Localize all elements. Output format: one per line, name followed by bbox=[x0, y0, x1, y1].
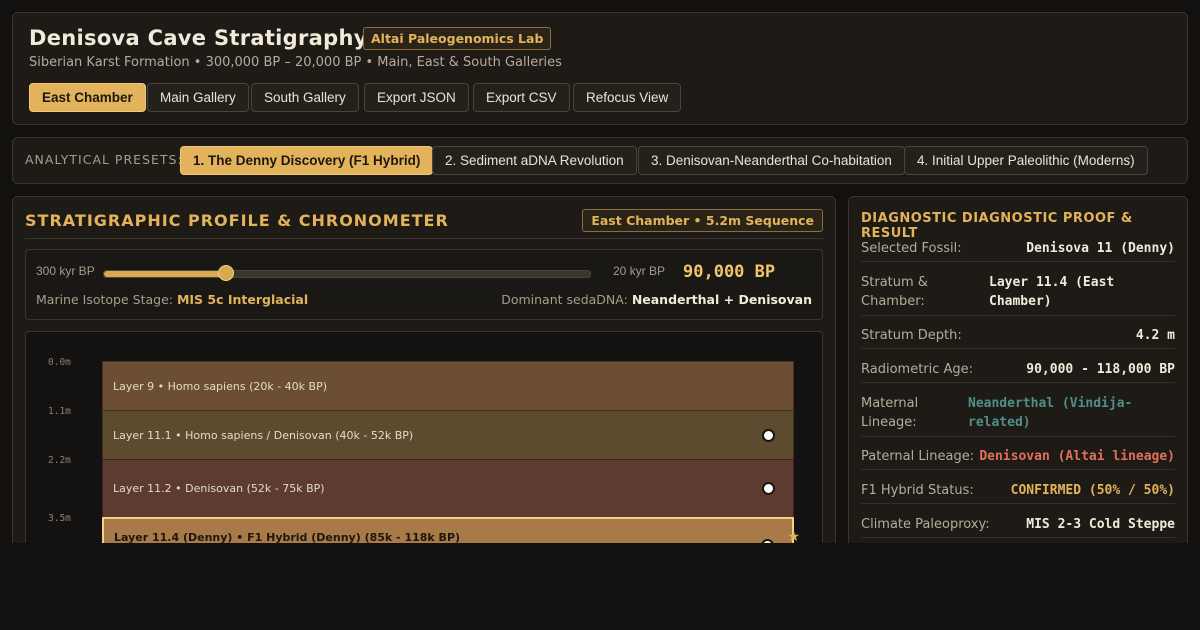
page-subtitle: Siberian Karst Formation • 300,000 BP – … bbox=[29, 55, 562, 70]
chronometer: 300 kyr BP 20 kyr BP 90,000 BP Marine Is… bbox=[25, 249, 823, 320]
row-key: Paternal Lineage: bbox=[861, 449, 975, 464]
diagnostic-row-maternal: Maternal Lineage: Neanderthal (Vindija-r… bbox=[861, 394, 1175, 437]
diagnostic-title: DIAGNOSTIC DIAGNOSTIC PROOF & RESULT bbox=[861, 211, 1133, 241]
layer-label: Layer 11.1 • Homo sapiens / Denisovan (4… bbox=[113, 428, 414, 442]
row-key: Maternal Lineage: bbox=[861, 396, 919, 430]
slider-max-label: 20 kyr BP bbox=[613, 264, 666, 278]
fossil-marker[interactable] bbox=[762, 428, 775, 442]
diagnostic-row-depth: Stratum Depth: 4.2 m bbox=[861, 326, 1175, 349]
diagnostic-row-fossil: Selected Fossil: Denisova 11 (Denny) bbox=[861, 239, 1175, 262]
row-value: 4.2 m bbox=[1135, 328, 1175, 343]
presets-bar: ANALYTICAL PRESETS: 1. The Denny Discove… bbox=[12, 137, 1188, 184]
presets-label: ANALYTICAL PRESETS: bbox=[25, 152, 183, 167]
row-value: MIS 2-3 Cold Steppe bbox=[1026, 517, 1175, 532]
profile-title: STRATIGRAPHIC PROFILE & CHRONOMETER bbox=[25, 211, 449, 230]
row-value: Denisova 11 (Denny) bbox=[1026, 241, 1175, 256]
diagnostic-row-climate: Climate Paleoproxy: MIS 2-3 Cold Steppe bbox=[861, 515, 1175, 538]
row-value: Neanderthal (Vindija-related) bbox=[968, 396, 1133, 430]
diagnostic-row-hybrid: F1 Hybrid Status: CONFIRMED (50% / 50%) bbox=[861, 481, 1175, 504]
sedadna-label: Dominant sedaDNA: bbox=[501, 292, 628, 307]
preset-button-upper-paleolithic[interactable]: 4. Initial Upper Paleolithic (Moderns) bbox=[904, 146, 1148, 175]
chamber-button-south[interactable]: South Gallery bbox=[251, 83, 359, 112]
sequence-badge: East Chamber • 5.2m Sequence bbox=[582, 209, 823, 232]
chamber-button-east[interactable]: East Chamber bbox=[29, 83, 146, 112]
divider bbox=[25, 238, 823, 239]
sedadna-info: Dominant sedaDNA: Neanderthal + Denisova… bbox=[501, 292, 812, 307]
fossil-marker[interactable] bbox=[762, 482, 775, 495]
diagnostic-row-age: Radiometric Age: 90,000 - 118,000 BP bbox=[861, 360, 1175, 383]
row-key: F1 Hybrid Status: bbox=[861, 483, 974, 498]
preset-button-denny[interactable]: 1. The Denny Discovery (F1 Hybrid) bbox=[180, 146, 434, 175]
sedadna-value: Neanderthal + Denisovan bbox=[631, 292, 812, 307]
stratum-layer-9[interactable]: Layer 9 • Homo sapiens (20k - 40k BP) bbox=[102, 361, 794, 411]
row-key: Selected Fossil: bbox=[861, 241, 962, 256]
mis-info: Marine Isotope Stage: MIS 5c Interglacia… bbox=[36, 292, 308, 307]
stratigraphy-column: 0.0m 1.1m 2.2m 3.5m Layer 9 • Homo sapie… bbox=[25, 331, 823, 561]
row-value: Denisovan (Altai lineage) bbox=[979, 449, 1175, 464]
header-panel: Denisova Cave Stratigraphy Altai Paleoge… bbox=[12, 12, 1188, 125]
age-slider-thumb[interactable] bbox=[217, 265, 234, 281]
diagnostic-panel: DIAGNOSTIC DIAGNOSTIC PROOF & RESULT Sel… bbox=[848, 196, 1188, 556]
stratum-layer-11-1[interactable]: Layer 11.1 • Homo sapiens / Denisovan (4… bbox=[102, 410, 794, 460]
mis-value: MIS 5c Interglacial bbox=[176, 292, 309, 307]
preset-button-cohabitation[interactable]: 3. Denisovan-Neanderthal Co-habitation bbox=[638, 146, 905, 175]
export-csv-button[interactable]: Export CSV bbox=[473, 83, 570, 112]
stratum-layer-11-2[interactable]: Layer 11.2 • Denisovan (52k - 75k BP) bbox=[102, 459, 794, 518]
depth-tick: 3.5m bbox=[48, 513, 71, 524]
stratigraphic-profile-panel: STRATIGRAPHIC PROFILE & CHRONOMETER East… bbox=[12, 196, 836, 561]
diagnostic-row-stratum: Stratum & Chamber: Layer 11.4 (East Cham… bbox=[861, 273, 1175, 316]
layer-label: Layer 9 • Homo sapiens (20k - 40k BP) bbox=[113, 379, 328, 393]
viewport-cutoff bbox=[0, 543, 1200, 630]
export-json-button[interactable]: Export JSON bbox=[364, 83, 469, 112]
lab-badge: Altai Paleogenomics Lab bbox=[363, 27, 552, 50]
age-slider[interactable] bbox=[103, 265, 591, 281]
depth-tick: 2.2m bbox=[48, 455, 71, 466]
current-age-readout: 90,000 BP bbox=[683, 262, 776, 282]
age-slider-fill bbox=[104, 271, 226, 277]
row-key: Radiometric Age: bbox=[861, 362, 974, 377]
row-key: Climate Paleoproxy: bbox=[861, 517, 990, 532]
row-value: 90,000 - 118,000 BP bbox=[1026, 362, 1175, 377]
preset-button-sediment-adna[interactable]: 2. Sediment aDNA Revolution bbox=[432, 146, 637, 175]
page-title: Denisova Cave Stratigraphy bbox=[29, 26, 368, 50]
depth-tick: 0.0m bbox=[48, 357, 71, 368]
row-value: CONFIRMED (50% / 50%) bbox=[1010, 483, 1175, 498]
refocus-view-button[interactable]: Refocus View bbox=[573, 83, 682, 112]
depth-tick: 1.1m bbox=[48, 406, 71, 417]
row-key: Stratum Depth: bbox=[861, 328, 962, 343]
layer-label: Layer 11.2 • Denisovan (52k - 75k BP) bbox=[113, 482, 325, 495]
diagnostic-row-paternal: Paternal Lineage: Denisovan (Altai linea… bbox=[861, 447, 1175, 470]
mis-label: Marine Isotope Stage: bbox=[36, 292, 173, 307]
row-key: Stratum & Chamber: bbox=[861, 275, 928, 309]
row-value: Layer 11.4 (East Chamber) bbox=[989, 275, 1115, 309]
chamber-button-main[interactable]: Main Gallery bbox=[147, 83, 249, 112]
slider-min-label: 300 kyr BP bbox=[36, 264, 95, 278]
